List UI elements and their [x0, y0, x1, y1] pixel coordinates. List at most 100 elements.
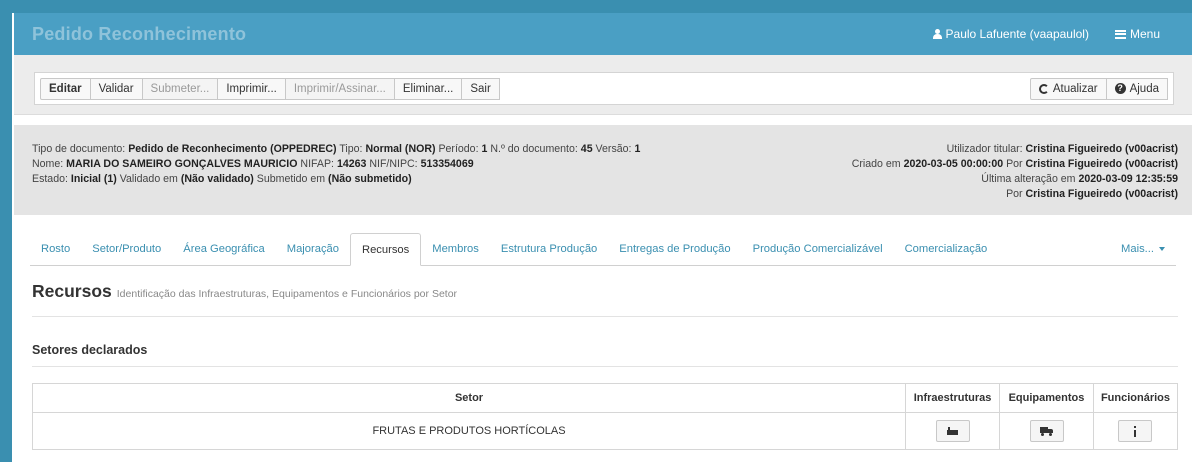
- edit-button[interactable]: Editar: [40, 77, 91, 100]
- caret-down-icon: [1159, 246, 1165, 251]
- label-nome: Nome:: [32, 158, 64, 170]
- info-alteracao-por: Por Cristina Figueiredo (v00acrist): [852, 187, 1178, 202]
- info-alteracao: Última alteração em 2020-03-09 12:35:59: [852, 172, 1178, 187]
- value-titular: Cristina Figueiredo (v00acrist): [1025, 143, 1178, 155]
- main-content: Rosto Setor/Produto Área Geográfica Majo…: [14, 215, 1192, 462]
- funcionarios-button[interactable]: [1118, 420, 1153, 442]
- tab-bar: Rosto Setor/Produto Área Geográfica Majo…: [30, 233, 1176, 266]
- app-window: Pedido Reconhecimento Paulo Lafuente (va…: [0, 0, 1192, 462]
- tab-majoracao[interactable]: Majoração: [276, 232, 350, 265]
- label-periodo: Período:: [438, 143, 479, 155]
- submit-button[interactable]: Submeter...: [141, 77, 219, 100]
- equipamentos-button[interactable]: [1029, 420, 1064, 442]
- label-por: Por: [1006, 158, 1023, 170]
- label-nif: NIF/NIPC:: [369, 158, 418, 170]
- table-row: FRUTAS E PRODUTOS HORTÍCOLAS: [31, 412, 1179, 450]
- info-line-1: Tipo de documento: Pedido de Reconhecime…: [32, 142, 640, 157]
- document-info-right: Utilizador titular: Cristina Figueiredo …: [852, 142, 1178, 202]
- cell-funcionarios: [1092, 412, 1179, 450]
- divider: [32, 316, 1178, 317]
- value-tipo-documento: Pedido de Reconhecimento (OPPEDREC): [128, 143, 337, 155]
- user-icon: [932, 29, 942, 39]
- info-icon: [1133, 425, 1137, 437]
- tab-estrutura-producao[interactable]: Estrutura Produção: [490, 232, 608, 265]
- info-criado: Criado em 2020-03-05 00:00:00 Por Cristi…: [852, 157, 1178, 172]
- subsection-title: Setores declarados: [32, 343, 148, 357]
- value-estado: Inicial (1): [70, 173, 117, 185]
- menu-label: Menu: [1129, 27, 1160, 41]
- sectors-table: Setor Infraestruturas Equipamentos Funci…: [31, 383, 1179, 450]
- value-alteracao-por: Cristina Figueiredo (v00acrist): [1025, 188, 1178, 200]
- left-accent-bar: [0, 0, 12, 462]
- value-nome: MARIA DO SAMEIRO GONÇALVES MAURICIO: [66, 158, 298, 170]
- refresh-label: Atualizar: [1052, 82, 1098, 95]
- app-header: Pedido Reconhecimento Paulo Lafuente (va…: [14, 13, 1192, 55]
- section-title: Recursos: [32, 281, 112, 301]
- column-header-setor: Setor: [31, 383, 907, 413]
- column-header-equipamentos: Equipamentos: [999, 383, 1094, 413]
- document-info-left: Tipo de documento: Pedido de Reconhecime…: [32, 142, 640, 187]
- question-circle-icon: ?: [1114, 83, 1126, 94]
- delete-button[interactable]: Eliminar...: [393, 77, 463, 100]
- value-nif: 513354069: [420, 158, 474, 170]
- tab-producao-comercializavel[interactable]: Produção Comercializável: [742, 232, 894, 265]
- tab-rosto[interactable]: Rosto: [30, 232, 81, 265]
- info-line-2: Nome: MARIA DO SAMEIRO GONÇALVES MAURICI…: [32, 157, 640, 172]
- tab-area-geografica[interactable]: Área Geográfica: [172, 232, 275, 265]
- value-criado-em: 2020-03-05 00:00:00: [903, 158, 1004, 170]
- section-subtitle: Identificação das Infraestruturas, Equip…: [116, 288, 458, 300]
- value-nifap: 14263: [336, 158, 367, 170]
- column-header-infraestruturas: Infraestruturas: [905, 383, 1001, 413]
- list-icon: [1114, 29, 1126, 39]
- label-validado: Validado em: [119, 173, 178, 185]
- info-line-3: Estado: Inicial (1) Validado em (Não val…: [32, 172, 640, 187]
- cell-setor: FRUTAS E PRODUTOS HORTÍCOLAS: [31, 412, 907, 450]
- value-num-documento: 45: [580, 143, 593, 155]
- value-criado-por: Cristina Figueiredo (v00acrist): [1025, 158, 1178, 170]
- tab-setor-produto[interactable]: Setor/Produto: [81, 232, 172, 265]
- label-num-documento: N.º do documento:: [490, 143, 578, 155]
- print-sign-button[interactable]: Imprimir/Assinar...: [284, 77, 395, 100]
- app-title: Pedido Reconhecimento: [32, 23, 247, 44]
- refresh-icon: [1038, 83, 1049, 94]
- print-button[interactable]: Imprimir...: [217, 77, 286, 100]
- refresh-button[interactable]: Atualizar: [1029, 77, 1107, 100]
- industry-icon: [947, 427, 959, 435]
- toolbar-area: Editar Validar Submeter... Imprimir... I…: [14, 55, 1192, 115]
- label-alteracao: Última alteração em: [981, 173, 1076, 185]
- table-header-row: Setor Infraestruturas Equipamentos Funci…: [31, 383, 1179, 413]
- user-menu[interactable]: Paulo Lafuente (vaapaulol): [932, 27, 1089, 41]
- help-label: Ajuda: [1129, 82, 1159, 95]
- tab-membros[interactable]: Membros: [421, 232, 490, 265]
- document-info-panel: Tipo de documento: Pedido de Reconhecime…: [14, 125, 1192, 215]
- help-button[interactable]: ? Ajuda: [1105, 77, 1168, 100]
- tab-entregas-producao[interactable]: Entregas de Produção: [608, 232, 741, 265]
- label-nifap: NIFAP:: [300, 158, 334, 170]
- value-versao: 1: [634, 143, 641, 155]
- tab-more-dropdown[interactable]: Mais...: [1110, 232, 1176, 265]
- validate-button[interactable]: Validar: [89, 77, 143, 100]
- section-header: Recursos Identificação das Infraestrutur…: [32, 281, 457, 302]
- infraestruturas-button[interactable]: [935, 420, 970, 442]
- cell-equipamentos: [999, 412, 1094, 450]
- more-label: Mais...: [1121, 242, 1154, 255]
- tab-comercializacao[interactable]: Comercialização: [894, 232, 999, 265]
- label-titular: Utilizador titular:: [946, 143, 1023, 155]
- toolbar: Editar Validar Submeter... Imprimir... I…: [34, 72, 1174, 105]
- label-tipo-documento: Tipo de documento:: [32, 143, 126, 155]
- exit-button[interactable]: Sair: [461, 77, 500, 100]
- label-submetido: Submetido em: [256, 173, 326, 185]
- column-header-funcionarios: Funcionários: [1092, 383, 1179, 413]
- label-por-alteracao: Por: [1006, 188, 1023, 200]
- tab-recursos[interactable]: Recursos: [349, 233, 422, 266]
- main-menu-button[interactable]: Menu: [1114, 27, 1160, 41]
- value-tipo: Normal (NOR): [365, 143, 436, 155]
- label-versao: Versão:: [595, 143, 632, 155]
- label-tipo: Tipo:: [339, 143, 363, 155]
- value-periodo: 1: [481, 143, 488, 155]
- divider: [32, 366, 1178, 367]
- cell-infraestruturas: [905, 412, 1001, 450]
- truck-icon: [1040, 426, 1053, 436]
- top-strip: [0, 0, 1192, 13]
- label-criado: Criado em: [851, 158, 901, 170]
